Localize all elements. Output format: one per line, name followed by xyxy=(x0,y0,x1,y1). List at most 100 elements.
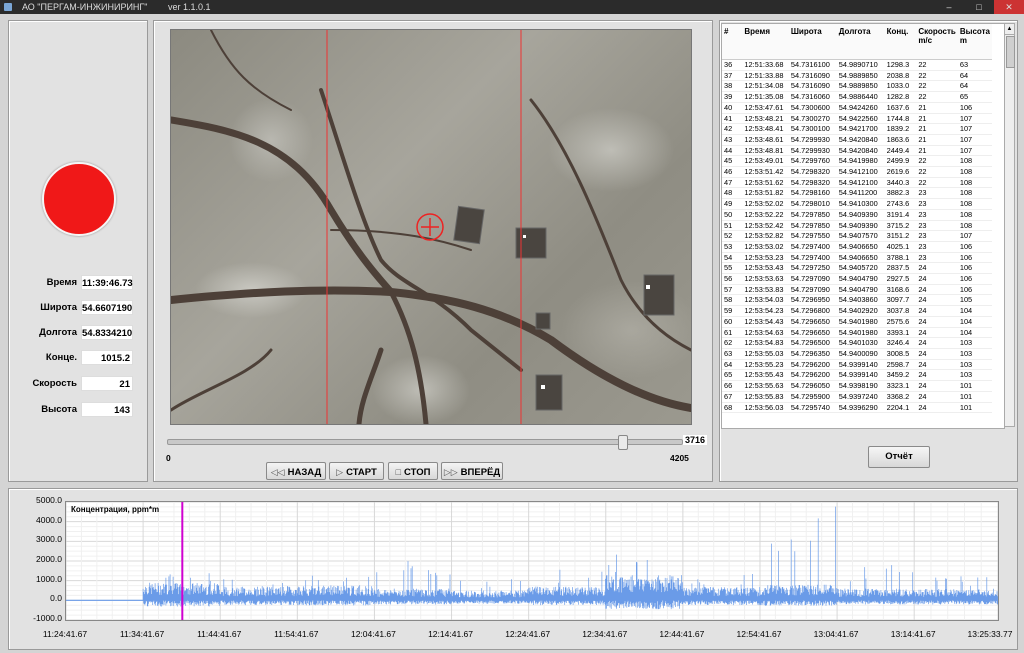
table-row[interactable]: 65 12:53:55.43 54.7296200 54.9399140 3459.2 2… xyxy=(722,369,992,382)
timeline-slider-thumb[interactable] xyxy=(618,435,629,450)
field-value: 54.6607190 xyxy=(81,300,133,315)
maximize-button[interactable]: □ xyxy=(964,0,994,14)
column-header[interactable]: Долгота xyxy=(836,24,885,60)
table-cell: 3151.2 xyxy=(884,230,917,242)
table-cell: 2598.7 xyxy=(884,359,917,371)
table-row[interactable]: 45 12:53:49.01 54.7299760 54.9419980 2499.9 2… xyxy=(722,155,992,168)
scrollbar-thumb[interactable] xyxy=(1006,36,1015,68)
table-row[interactable]: 36 12:51:33.68 54.7316100 54.9890710 1298.3 2… xyxy=(722,59,992,71)
table-cell: 54.7297400 xyxy=(788,241,837,253)
table-cell: 12:53:52.22 xyxy=(742,209,789,221)
slider-max-label: 4205 xyxy=(670,453,689,463)
table-row[interactable]: 37 12:51:33.88 54.7316090 54.9889850 2038.8 2… xyxy=(722,70,992,82)
table-row[interactable]: 40 12:53:47.61 54.7300600 54.9424260 1637.6 2… xyxy=(722,102,992,114)
table-cell: 3246.4 xyxy=(884,337,917,349)
scroll-up-arrow-icon[interactable]: ▲ xyxy=(1005,24,1014,35)
table-row[interactable]: 49 12:53:52.02 54.7298010 54.9410300 2743.6 2… xyxy=(722,198,992,210)
forward-button[interactable]: ▷▷ ВПЕРЁД xyxy=(441,462,503,480)
table-row[interactable]: 63 12:53:55.03 54.7296350 54.9400090 3008.5 2… xyxy=(722,348,992,360)
x-tick-label: 11:44:41.67 xyxy=(197,629,242,639)
column-header[interactable]: # xyxy=(722,24,743,60)
close-button[interactable]: ✕ xyxy=(994,0,1024,14)
table-cell: 54.7297550 xyxy=(788,230,837,242)
rewind-icon: ◁◁ xyxy=(270,467,285,477)
table-cell: 12:53:54.63 xyxy=(742,327,789,339)
table-cell: 108 xyxy=(957,198,992,210)
table-cell: 54.9396290 xyxy=(836,402,885,414)
table-cell: 54.9412100 xyxy=(836,177,885,189)
table-row[interactable]: 38 12:51:34.08 54.7316090 54.9889850 1033.0 2… xyxy=(722,80,992,93)
table-row[interactable]: 48 12:53:51.82 54.7298160 54.9411200 3882.3 2… xyxy=(722,187,992,200)
table-row[interactable]: 54 12:53:53.23 54.7297400 54.9406650 3788.1 2… xyxy=(722,252,992,264)
table-cell: 12:53:54.83 xyxy=(742,337,789,349)
back-button-label: НАЗАД xyxy=(287,467,322,478)
table-row[interactable]: 64 12:53:55.23 54.7296200 54.9399140 2598.7 2… xyxy=(722,359,992,371)
table-cell: 22 xyxy=(916,177,958,189)
table-cell: 108 xyxy=(957,220,992,232)
table-row[interactable]: 57 12:53:53.83 54.7297090 54.9404790 3168.6 2… xyxy=(722,284,992,296)
start-button[interactable]: ▷ СТАРТ xyxy=(329,462,384,480)
column-header[interactable]: Конц. xyxy=(884,24,917,60)
stop-button-label: СТОП xyxy=(404,467,431,478)
table-cell: 44 xyxy=(722,145,743,157)
table-row[interactable]: 51 12:53:52.42 54.7297850 54.9409390 3715.2 2… xyxy=(722,220,992,232)
table-scrollbar[interactable]: ▲ xyxy=(1004,23,1015,427)
table-cell: 65 xyxy=(957,91,992,103)
table-cell: 24 xyxy=(916,294,958,307)
table-cell: 24 xyxy=(916,305,958,317)
table-cell: 3459.2 xyxy=(884,369,917,382)
table-row[interactable]: 52 12:53:52.82 54.7297550 54.9407570 3151.2 2… xyxy=(722,230,992,242)
table-cell: 54.7296050 xyxy=(788,380,837,392)
table-row[interactable]: 39 12:51:35.08 54.7316060 54.9886440 1282.8 2… xyxy=(722,91,992,103)
table-row[interactable]: 68 12:53:56.03 54.7295740 54.9396290 2204.1 2… xyxy=(722,402,992,414)
table-cell: 22 xyxy=(916,59,958,71)
column-header[interactable]: Широта xyxy=(788,24,837,60)
measurements-table[interactable]: # Время Широта Долгота Конц. Скорость m/c Высо… xyxy=(721,23,1005,429)
app-icon xyxy=(4,3,12,11)
table-cell: 12:53:47.61 xyxy=(742,102,789,114)
table-cell: 12:53:51.42 xyxy=(742,166,789,178)
table-cell: 3393.1 xyxy=(884,327,917,339)
column-header[interactable]: Скорость m/c xyxy=(916,24,958,60)
table-cell: 103 xyxy=(957,348,992,360)
minimize-button[interactable]: – xyxy=(934,0,964,14)
table-row[interactable]: 58 12:53:54.03 54.7296950 54.9403860 3097.7 2… xyxy=(722,294,992,307)
table-cell: 54.9400090 xyxy=(836,348,885,360)
table-row[interactable]: 43 12:53:48.61 54.7299930 54.9420840 1863.6 2… xyxy=(722,134,992,146)
table-row[interactable]: 42 12:53:48.41 54.7300100 54.9421700 1839.2 2… xyxy=(722,123,992,135)
y-tick-label: -1000.0 xyxy=(33,613,62,623)
table-cell: 54.9398190 xyxy=(836,380,885,392)
table-row[interactable]: 66 12:53:55.63 54.7296050 54.9398190 3323.1 2… xyxy=(722,380,992,392)
table-cell: 12:53:54.03 xyxy=(742,294,789,307)
table-row[interactable]: 50 12:53:52.22 54.7297850 54.9409390 3191.4 2… xyxy=(722,209,992,221)
table-cell: 54.7296800 xyxy=(788,305,837,317)
table-cell: 2499.9 xyxy=(884,155,917,168)
table-cell: 52 xyxy=(722,230,743,242)
table-cell: 47 xyxy=(722,177,743,189)
table-cell: 104 xyxy=(957,316,992,328)
table-row[interactable]: 59 12:53:54.23 54.7296800 54.9402920 3037.8 2… xyxy=(722,305,992,317)
table-row[interactable]: 62 12:53:54.83 54.7296500 54.9401030 3246.4 2… xyxy=(722,337,992,349)
table-row[interactable]: 56 12:53:53.63 54.7297090 54.9404790 2927.5 2… xyxy=(722,273,992,285)
timeline-slider[interactable] xyxy=(167,435,683,450)
column-header[interactable]: Время xyxy=(742,24,789,60)
table-row[interactable]: 61 12:53:54.63 54.7296650 54.9401980 3393.1 2… xyxy=(722,327,992,339)
column-header[interactable]: Высота m xyxy=(957,24,992,60)
table-cell: 106 xyxy=(957,252,992,264)
table-cell: 23 xyxy=(916,220,958,232)
table-row[interactable]: 60 12:53:54.43 54.7296650 54.9401980 2575.6 2… xyxy=(722,316,992,328)
table-row[interactable]: 47 12:53:51.62 54.7298320 54.9412100 3440.3 2… xyxy=(722,177,992,189)
table-cell: 1282.8 xyxy=(884,91,917,103)
table-row[interactable]: 46 12:53:51.42 54.7298320 54.9412100 2619.6 2… xyxy=(722,166,992,178)
table-row[interactable]: 44 12:53:48.81 54.7299930 54.9420840 2449.4 2… xyxy=(722,145,992,157)
table-row[interactable]: 53 12:53:53.02 54.7297400 54.9406650 4025.1 2… xyxy=(722,241,992,253)
back-button[interactable]: ◁◁ НАЗАД xyxy=(266,462,326,480)
table-cell: 105 xyxy=(957,294,992,307)
stop-button[interactable]: □ СТОП xyxy=(388,462,438,480)
table-cell: 54.9886440 xyxy=(836,91,885,103)
table-row[interactable]: 67 12:53:55.83 54.7295900 54.9397240 3368.2 2… xyxy=(722,391,992,403)
table-cell: 107 xyxy=(957,230,992,242)
table-row[interactable]: 41 12:53:48.21 54.7300270 54.9422560 1744.8 2… xyxy=(722,113,992,125)
table-row[interactable]: 55 12:53:53.43 54.7297250 54.9405720 2837.5 2… xyxy=(722,262,992,275)
report-button[interactable]: Отчёт xyxy=(868,446,930,468)
